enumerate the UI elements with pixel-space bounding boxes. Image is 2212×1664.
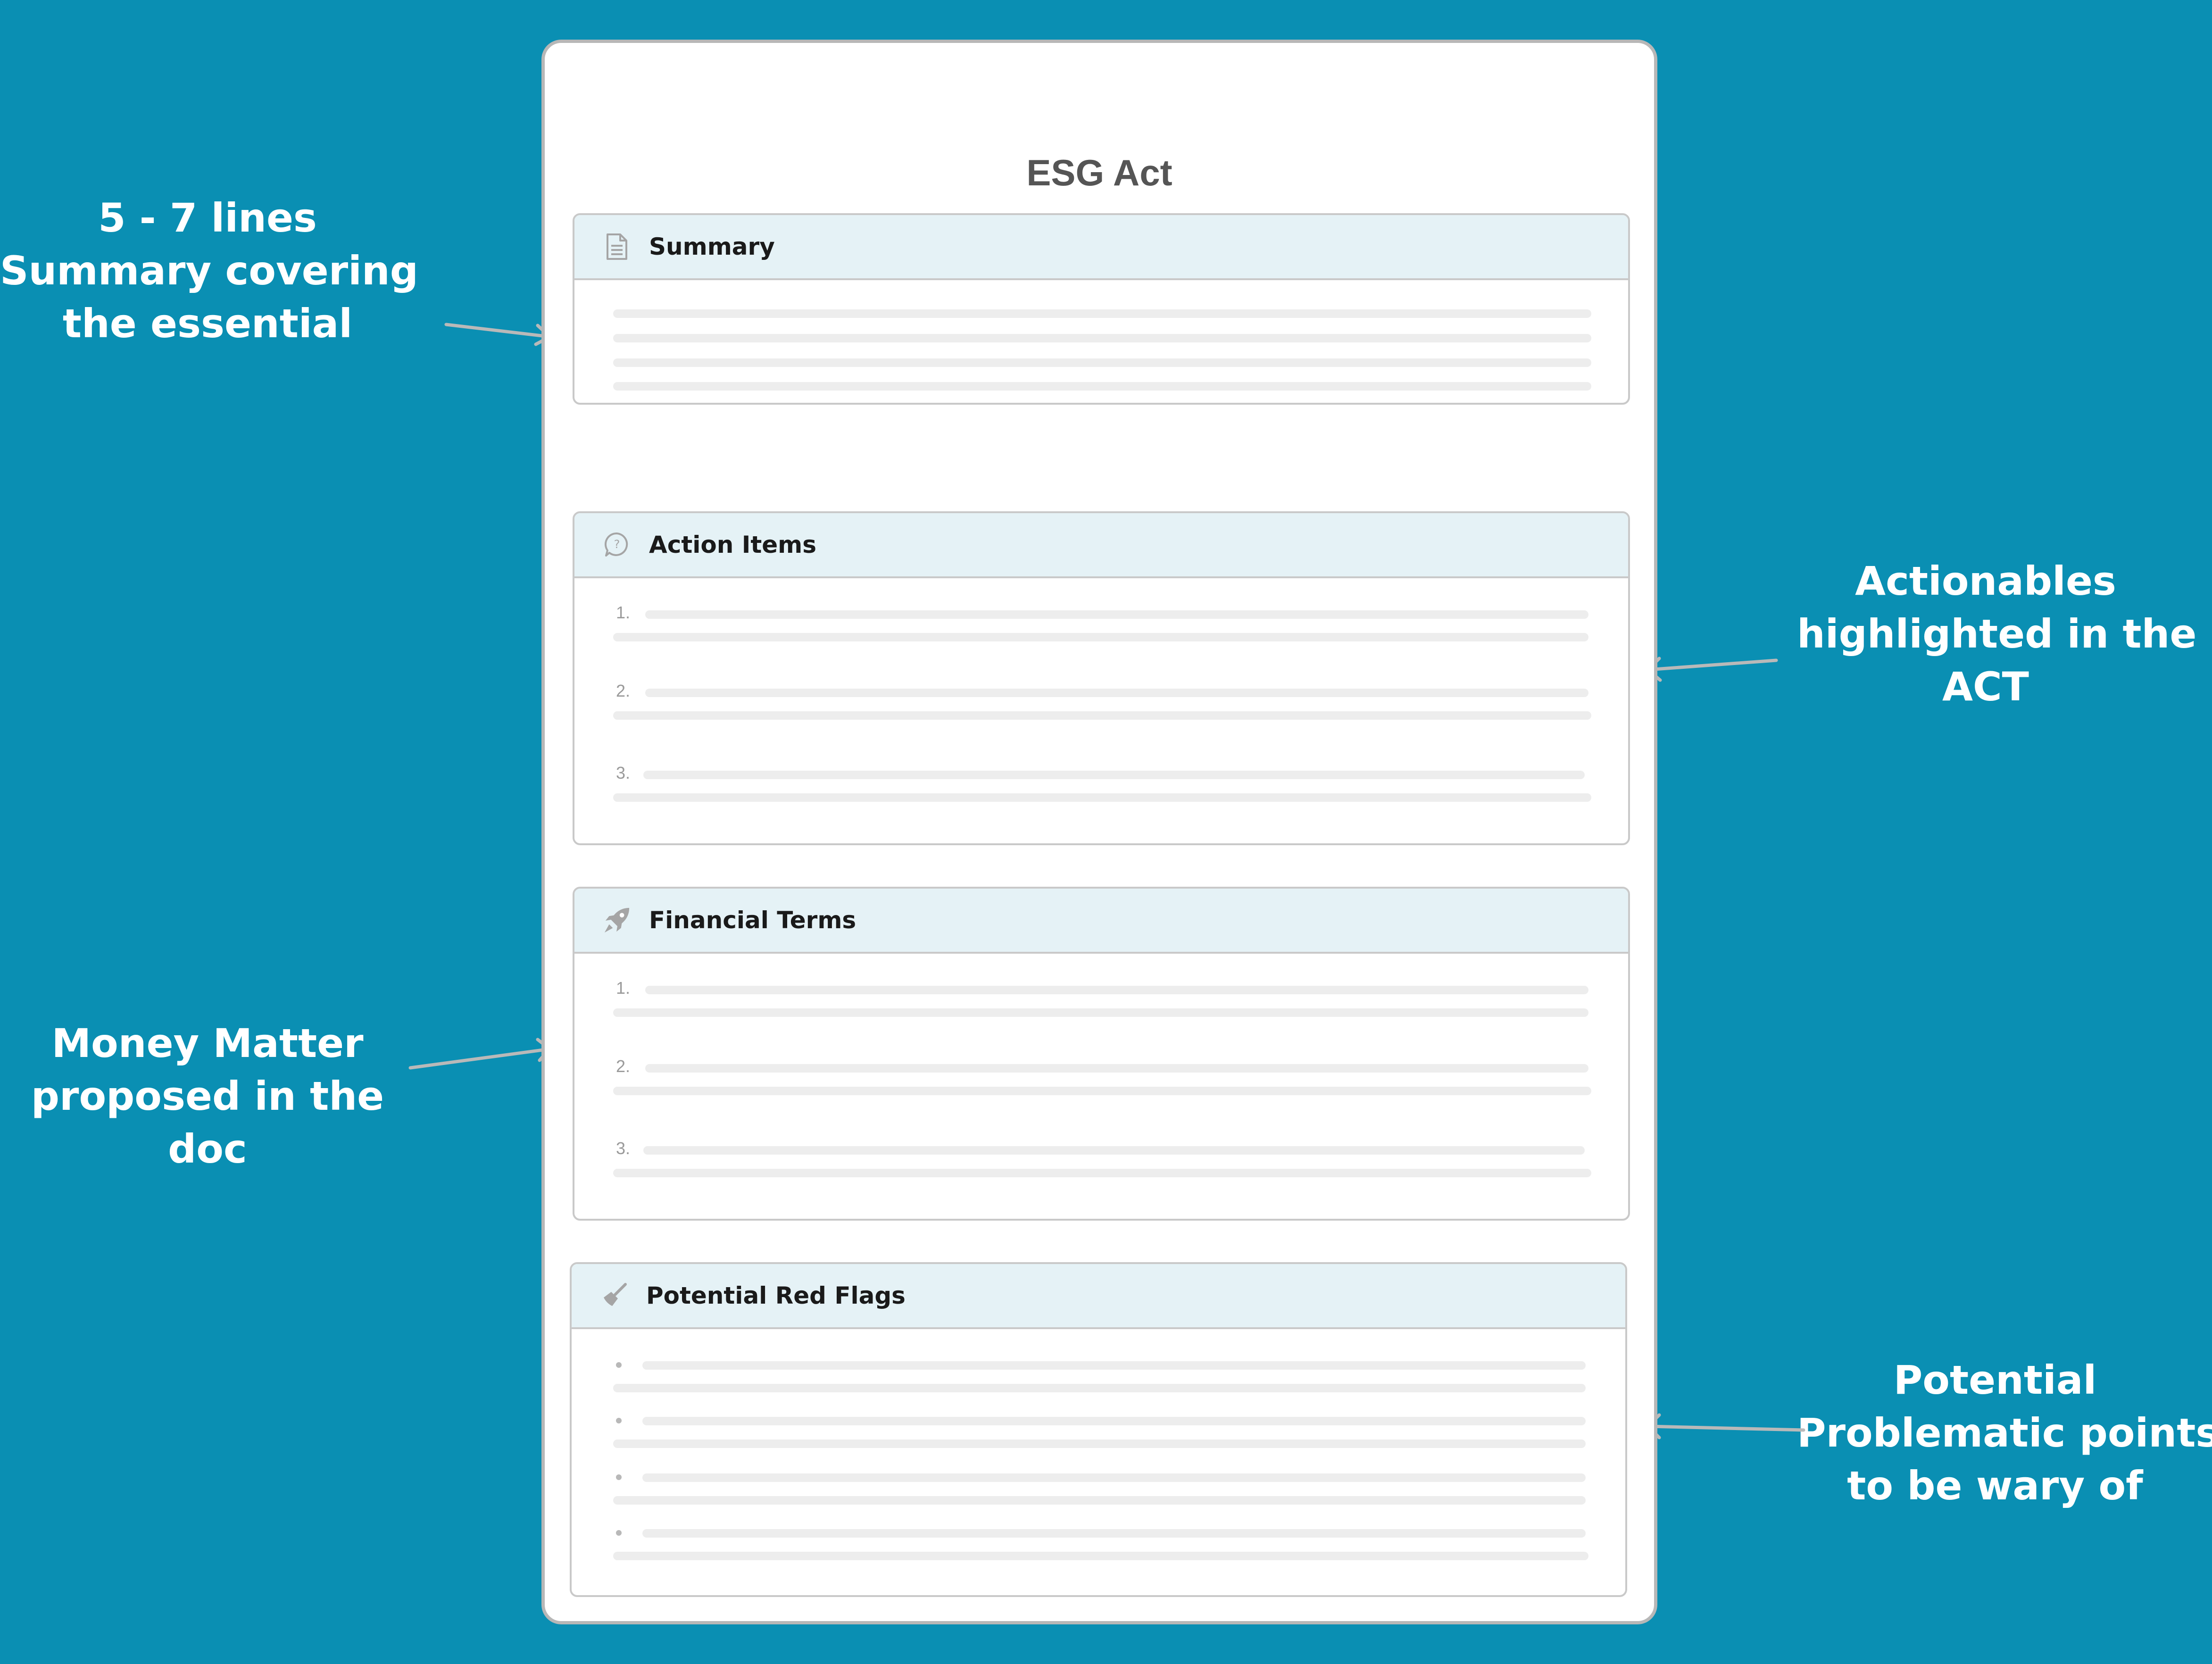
- section-title: Financial Terms: [649, 907, 857, 934]
- annotation-summary: 5 - 7 lines Summary covering the essenti…: [0, 191, 418, 350]
- section-title: Summary: [649, 233, 775, 260]
- list-number: 3.: [616, 1139, 631, 1158]
- placeholder-line: [613, 1552, 1588, 1560]
- section-summary: Summary: [573, 213, 1630, 405]
- placeholder-line: [645, 689, 1588, 697]
- placeholder-line: [613, 711, 1591, 720]
- document-title: ESG Act: [1026, 152, 1173, 193]
- placeholder-line: [613, 382, 1591, 391]
- placeholder-line: [642, 1417, 1586, 1425]
- rocket-icon: [603, 906, 631, 934]
- arrow-actions: [1646, 657, 1778, 682]
- arrow-summary: [444, 323, 552, 346]
- annotation-line: to be wary of: [1847, 1463, 2143, 1509]
- placeholder-line: [643, 1146, 1585, 1155]
- section-header: Financial Terms: [574, 889, 1628, 954]
- document-panel: ESG Act Summary ? Action Items 1. 2. 3. …: [541, 40, 1657, 1624]
- annotation-actions: Actionables highlighted in the ACT: [1797, 555, 2197, 713]
- annotation-line: proposed in the: [31, 1073, 384, 1119]
- placeholder-line: [645, 1064, 1588, 1073]
- bullet: [616, 1362, 622, 1368]
- svg-text:?: ?: [614, 538, 620, 551]
- placeholder-line: [613, 793, 1591, 802]
- arrow-flags: [1646, 1413, 1805, 1439]
- bullet: [616, 1474, 622, 1480]
- annotation-line: the essential: [62, 300, 353, 347]
- placeholder-line: [645, 610, 1588, 619]
- annotation-line: Summary covering: [0, 248, 418, 294]
- arrow-money: [408, 1038, 552, 1070]
- annotation-line: Problematic points: [1797, 1410, 2212, 1456]
- bullet: [616, 1530, 622, 1536]
- placeholder-line: [613, 1384, 1586, 1392]
- placeholder-line: [613, 1008, 1588, 1017]
- list-number: 1.: [616, 603, 631, 622]
- placeholder-line: [613, 358, 1591, 367]
- question-bubble-icon: ?: [603, 531, 631, 559]
- placeholder-line: [643, 771, 1585, 779]
- bullet: [616, 1418, 622, 1423]
- annotation-line: ACT: [1942, 664, 2029, 710]
- placeholder-line: [613, 1169, 1591, 1177]
- section-header: Summary: [574, 215, 1628, 280]
- section-red-flags: Potential Red Flags: [570, 1262, 1627, 1597]
- annotation-line: highlighted in the: [1797, 611, 2197, 657]
- document-icon: [603, 233, 631, 261]
- annotation-flags: Potential Problematic points to be wary …: [1797, 1354, 2212, 1512]
- annotation-money: Money Matter proposed in the doc: [19, 1017, 396, 1175]
- annotation-line: Potential: [1893, 1357, 2097, 1403]
- placeholder-line: [642, 1473, 1586, 1482]
- list-number: 2.: [616, 681, 631, 700]
- annotation-line: Money Matter: [51, 1020, 364, 1066]
- list-number: 2.: [616, 1057, 631, 1076]
- section-title: Action Items: [649, 531, 817, 558]
- placeholder-line: [613, 1087, 1591, 1095]
- section-action-items: ? Action Items 1. 2. 3.: [573, 511, 1630, 845]
- placeholder-line: [613, 633, 1588, 641]
- placeholder-line: [613, 309, 1591, 318]
- annotation-line: 5 - 7 lines: [98, 195, 317, 241]
- annotation-line: doc: [168, 1126, 247, 1172]
- list-number: 3.: [616, 763, 631, 782]
- annotation-line: Actionables: [1855, 558, 2116, 604]
- section-header: Potential Red Flags: [572, 1264, 1625, 1329]
- placeholder-line: [613, 1496, 1586, 1505]
- section-title: Potential Red Flags: [646, 1282, 906, 1309]
- section-header: ? Action Items: [574, 513, 1628, 578]
- placeholder-line: [613, 334, 1591, 342]
- placeholder-line: [642, 1361, 1586, 1370]
- placeholder-line: [645, 986, 1588, 994]
- placeholder-line: [613, 1439, 1586, 1448]
- list-number: 1.: [616, 978, 631, 998]
- placeholder-line: [642, 1529, 1586, 1538]
- broom-icon: [600, 1281, 628, 1310]
- section-financial-terms: Financial Terms 1. 2. 3.: [573, 887, 1630, 1221]
